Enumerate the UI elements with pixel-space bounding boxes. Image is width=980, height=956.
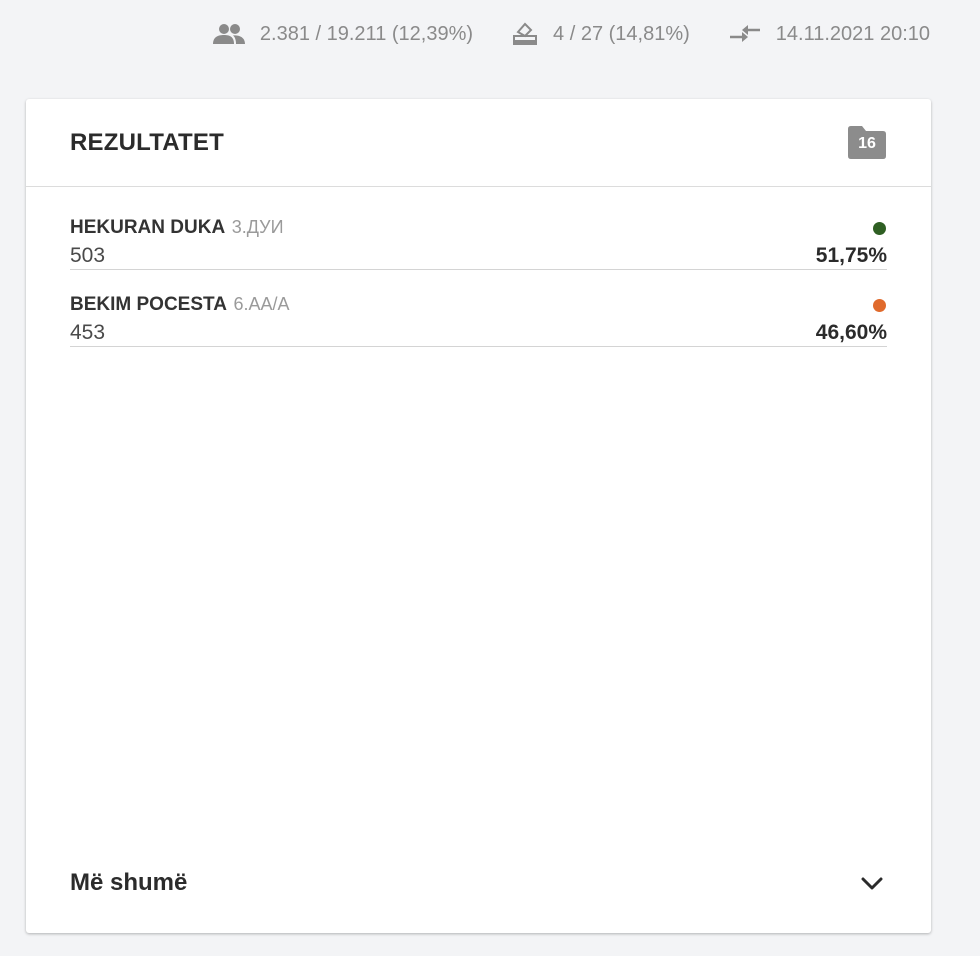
candidate-row[interactable]: BEKIM POCESTA 6.АА/А 453 46,60% [70,291,887,347]
candidate-votes: 453 [70,321,106,344]
updated-stat: 14.11.2021 20:10 [728,23,930,46]
folder-badge-count: 16 [858,135,876,152]
folder-badge[interactable]: 16 [848,126,886,159]
card-title: REZULTATET [70,129,224,156]
candidate-color-dot [873,299,886,312]
voters-stat-text: 2.381 / 19.211 (12,39%) [259,22,474,45]
candidate-row[interactable]: HEKURAN DUKA 3.ДУИ 503 51,75% [70,214,887,270]
candidate-name: HEKURAN DUKA [70,217,225,238]
candidate-percent: 51,75% [815,244,887,267]
stations-stat: 4 / 27 (14,81%) [511,22,690,46]
candidate-party: 6.АА/А [233,294,290,314]
chevron-down-icon[interactable] [861,877,883,896]
stats-bar: 2.381 / 19.211 (12,39%) 4 / 27 (14,81%) … [212,12,930,56]
candidate-votes: 503 [70,244,106,267]
candidate-name: BEKIM POCESTA [70,294,227,315]
people-icon [212,23,246,45]
candidate-name-wrap: HEKURAN DUKA 3.ДУИ [70,217,284,239]
candidate-percent: 46,60% [815,321,887,344]
card-header: REZULTATET 16 [26,99,931,187]
voters-stat: 2.381 / 19.211 (12,39%) [212,23,473,46]
candidate-list: HEKURAN DUKA 3.ДУИ 503 51,75% BEKIM POCE… [70,214,887,368]
show-more-toggle[interactable]: Më shumë [70,869,887,899]
candidate-party: 3.ДУИ [231,217,284,237]
candidate-color-dot [873,222,886,235]
show-more-label: Më shumë [70,869,188,896]
ballot-box-icon [511,22,539,46]
swap-arrows-icon [728,23,762,45]
stations-stat-text: 4 / 27 (14,81%) [553,22,690,45]
updated-stat-text: 14.11.2021 20:10 [775,22,930,45]
results-card: REZULTATET 16 HEKURAN DUKA 3.ДУИ 503 51,… [26,99,931,933]
candidate-name-wrap: BEKIM POCESTA 6.АА/А [70,294,290,316]
